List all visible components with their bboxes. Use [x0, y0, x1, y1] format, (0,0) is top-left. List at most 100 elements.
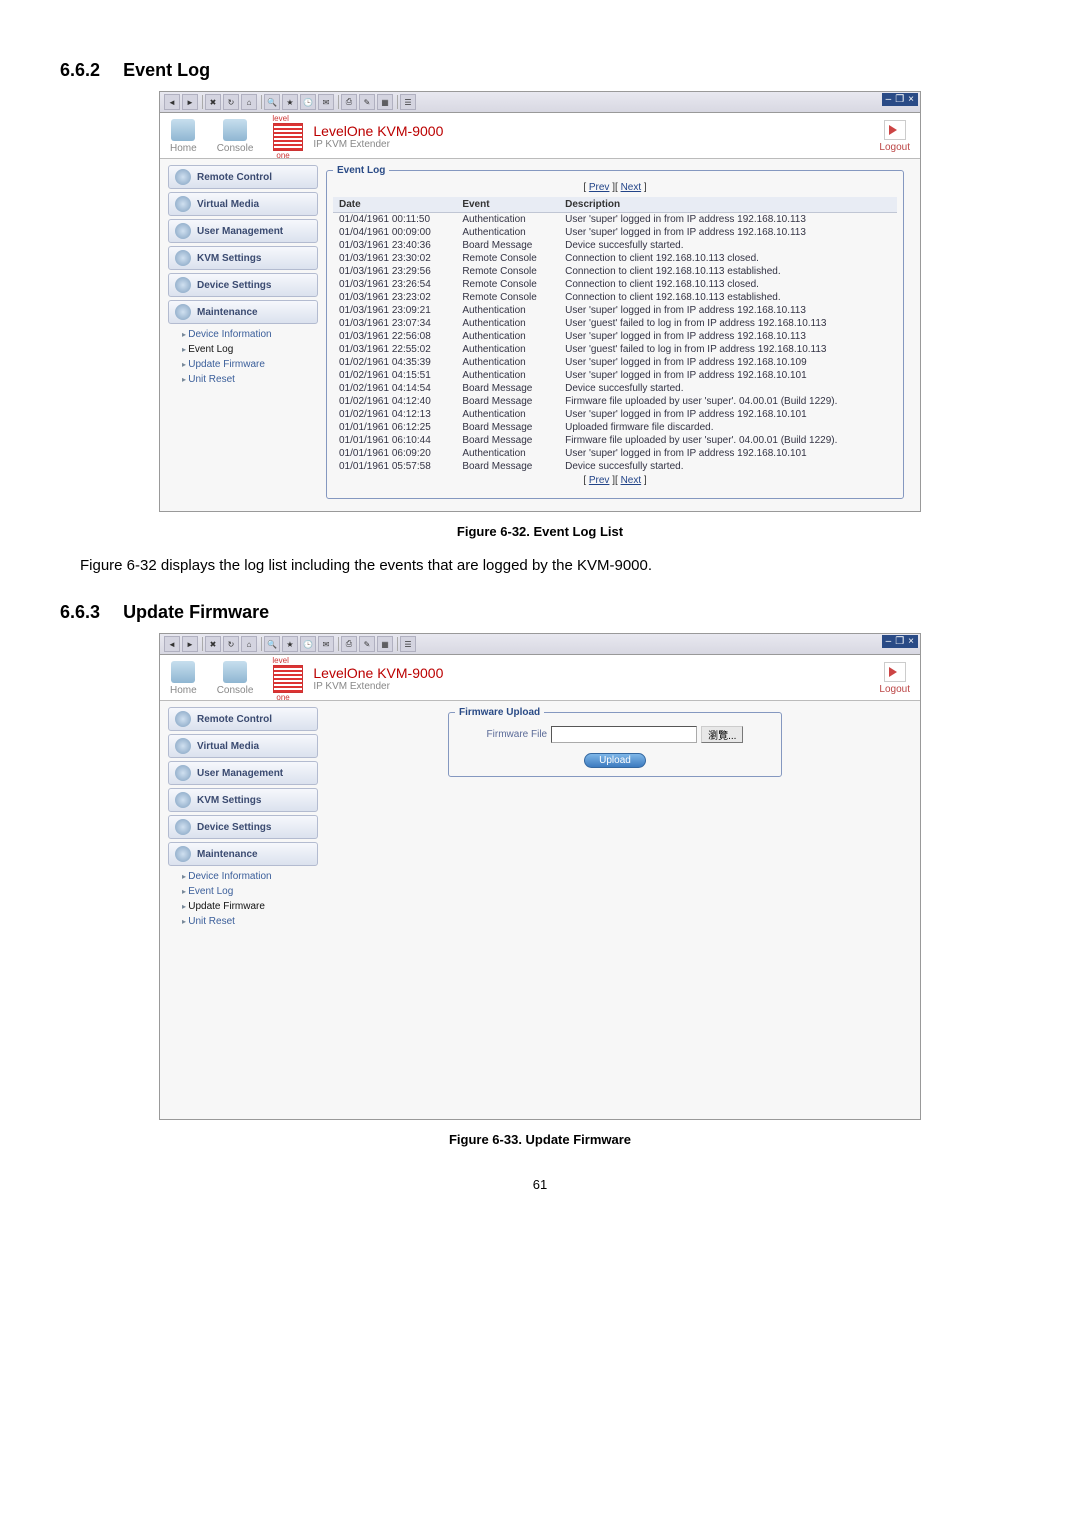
sidebar-label: Remote Control [197, 172, 272, 183]
pager-bottom: [ Prev ][ Next ] [333, 475, 897, 486]
window-close-icon[interactable]: × [908, 94, 914, 105]
toolbar-fav-icon[interactable]: ★ [282, 94, 298, 110]
logout-button[interactable]: Logout [879, 662, 910, 695]
cell-desc: User 'super' logged in from IP address 1… [559, 304, 897, 317]
console-button[interactable]: Console [217, 661, 254, 696]
table-row: 01/03/1961 22:55:02AuthenticationUser 'g… [333, 343, 897, 356]
prev-link[interactable]: Prev [589, 475, 610, 486]
cell-date: 01/03/1961 23:23:02 [333, 291, 456, 304]
toolbar-fwd-icon[interactable]: ► [182, 94, 198, 110]
sidebar-item-maintenance[interactable]: Maintenance [168, 300, 318, 324]
section-num: 6.6.2 [60, 60, 100, 80]
sidebar-item-virtual-media[interactable]: Virtual Media [168, 192, 318, 216]
sidebar-item-device-settings[interactable]: Device Settings [168, 273, 318, 297]
sidebar-sub-device-information[interactable]: Device Information [168, 869, 318, 884]
cell-event: Remote Console [456, 278, 559, 291]
firmware-file-input[interactable] [551, 726, 697, 743]
toolbar-discuss-icon[interactable]: ☰ [400, 94, 416, 110]
prev-link[interactable]: Prev [589, 182, 610, 193]
sidebar-item-remote-control[interactable]: Remote Control [168, 165, 318, 189]
home-button[interactable]: Home [170, 119, 197, 154]
toolbar-back-icon[interactable]: ◄ [164, 94, 180, 110]
cell-event: Board Message [456, 460, 559, 473]
toolbar-print-icon[interactable]: ⎙ [341, 636, 357, 652]
toolbar-fav-icon[interactable]: ★ [282, 636, 298, 652]
cell-date: 01/02/1961 04:14:54 [333, 382, 456, 395]
window-restore-icon[interactable]: ❐ [895, 636, 904, 647]
toolbar-history-icon[interactable]: 🕒 [300, 94, 316, 110]
sidebar-sub-event-log[interactable]: Event Log [168, 884, 318, 899]
cell-event: Remote Console [456, 291, 559, 304]
sidebar-item-device-settings[interactable]: Device Settings [168, 815, 318, 839]
toolbar-print-icon[interactable]: ⎙ [341, 94, 357, 110]
cell-date: 01/03/1961 23:09:21 [333, 304, 456, 317]
cell-date: 01/02/1961 04:12:40 [333, 395, 456, 408]
next-link[interactable]: Next [621, 475, 642, 486]
sidebar-label: Device Settings [197, 280, 271, 291]
cell-event: Authentication [456, 408, 559, 421]
home-button[interactable]: Home [170, 661, 197, 696]
toolbar-mail-icon[interactable]: ✉ [318, 636, 334, 652]
toolbar-stop-icon[interactable]: ✖ [205, 636, 221, 652]
window-restore-icon[interactable]: ❐ [895, 94, 904, 105]
sidebar-item-user-management[interactable]: User Management [168, 219, 318, 243]
toolbar-fwd-icon[interactable]: ► [182, 636, 198, 652]
cell-desc: Device succesfully started. [559, 239, 897, 252]
sidebar-sub-unit-reset[interactable]: Unit Reset [168, 372, 318, 387]
toolbar-history-icon[interactable]: 🕒 [300, 636, 316, 652]
cell-date: 01/04/1961 00:09:00 [333, 226, 456, 239]
cell-event: Authentication [456, 317, 559, 330]
sidebar: Remote Control Virtual Media User Manage… [168, 165, 318, 499]
toolbar-refresh-icon[interactable]: ↻ [223, 636, 239, 652]
sidebar-item-kvm-settings[interactable]: KVM Settings [168, 788, 318, 812]
toolbar-back-icon[interactable]: ◄ [164, 636, 180, 652]
sidebar-sub-event-log[interactable]: Event Log [168, 342, 318, 357]
table-row: 01/03/1961 23:09:21AuthenticationUser 's… [333, 304, 897, 317]
toolbar-stop-icon[interactable]: ✖ [205, 94, 221, 110]
cell-desc: Firmware file uploaded by user 'super'. … [559, 395, 897, 408]
console-button[interactable]: Console [217, 119, 254, 154]
window-min-icon[interactable]: – [886, 636, 892, 647]
browse-button[interactable]: 瀏覽... [701, 726, 743, 743]
product-title: LevelOne KVM-9000 [313, 665, 443, 681]
figure-caption-32: Figure 6-32. Event Log List [60, 524, 1020, 539]
sidebar-item-kvm-settings[interactable]: KVM Settings [168, 246, 318, 270]
home-label: Home [170, 143, 197, 154]
toolbar-search-icon[interactable]: 🔍 [264, 636, 280, 652]
window-min-icon[interactable]: – [886, 94, 892, 105]
sidebar-sub-unit-reset[interactable]: Unit Reset [168, 914, 318, 929]
toolbar-search-icon[interactable]: 🔍 [264, 94, 280, 110]
toolbar-home-icon[interactable]: ⌂ [241, 636, 257, 652]
sidebar-item-user-management[interactable]: User Management [168, 761, 318, 785]
window-controls: – ❐ × [882, 93, 918, 106]
sidebar-sub-update-firmware[interactable]: Update Firmware [168, 899, 318, 914]
toolbar-go-icon[interactable]: ▦ [377, 636, 393, 652]
cell-desc: Firmware file uploaded by user 'super'. … [559, 434, 897, 447]
sidebar-item-remote-control[interactable]: Remote Control [168, 707, 318, 731]
toolbar-discuss-icon[interactable]: ☰ [400, 636, 416, 652]
sidebar-label: KVM Settings [197, 795, 261, 806]
toolbar-refresh-icon[interactable]: ↻ [223, 94, 239, 110]
cell-event: Board Message [456, 434, 559, 447]
sidebar-label: User Management [197, 226, 283, 237]
toolbar-go-icon[interactable]: ▦ [377, 94, 393, 110]
logout-button[interactable]: Logout [879, 120, 910, 153]
toolbar-home-icon[interactable]: ⌂ [241, 94, 257, 110]
kvm-settings-icon [175, 792, 191, 808]
sidebar-sub-device-information[interactable]: Device Information [168, 327, 318, 342]
table-row: 01/04/1961 00:09:00AuthenticationUser 's… [333, 226, 897, 239]
sidebar-sub-update-firmware[interactable]: Update Firmware [168, 357, 318, 372]
next-link[interactable]: Next [621, 182, 642, 193]
toolbar-mail-icon[interactable]: ✉ [318, 94, 334, 110]
sidebar-item-maintenance[interactable]: Maintenance [168, 842, 318, 866]
home-label: Home [170, 685, 197, 696]
cell-desc: User 'super' logged in from IP address 1… [559, 356, 897, 369]
firmware-file-label: Firmware File [487, 729, 548, 740]
upload-button[interactable]: Upload [584, 753, 646, 768]
toolbar-edit-icon[interactable]: ✎ [359, 94, 375, 110]
toolbar-edit-icon[interactable]: ✎ [359, 636, 375, 652]
window-close-icon[interactable]: × [908, 636, 914, 647]
section-title: Event Log [123, 60, 210, 80]
sidebar-item-virtual-media[interactable]: Virtual Media [168, 734, 318, 758]
sidebar-label: Device Settings [197, 822, 271, 833]
